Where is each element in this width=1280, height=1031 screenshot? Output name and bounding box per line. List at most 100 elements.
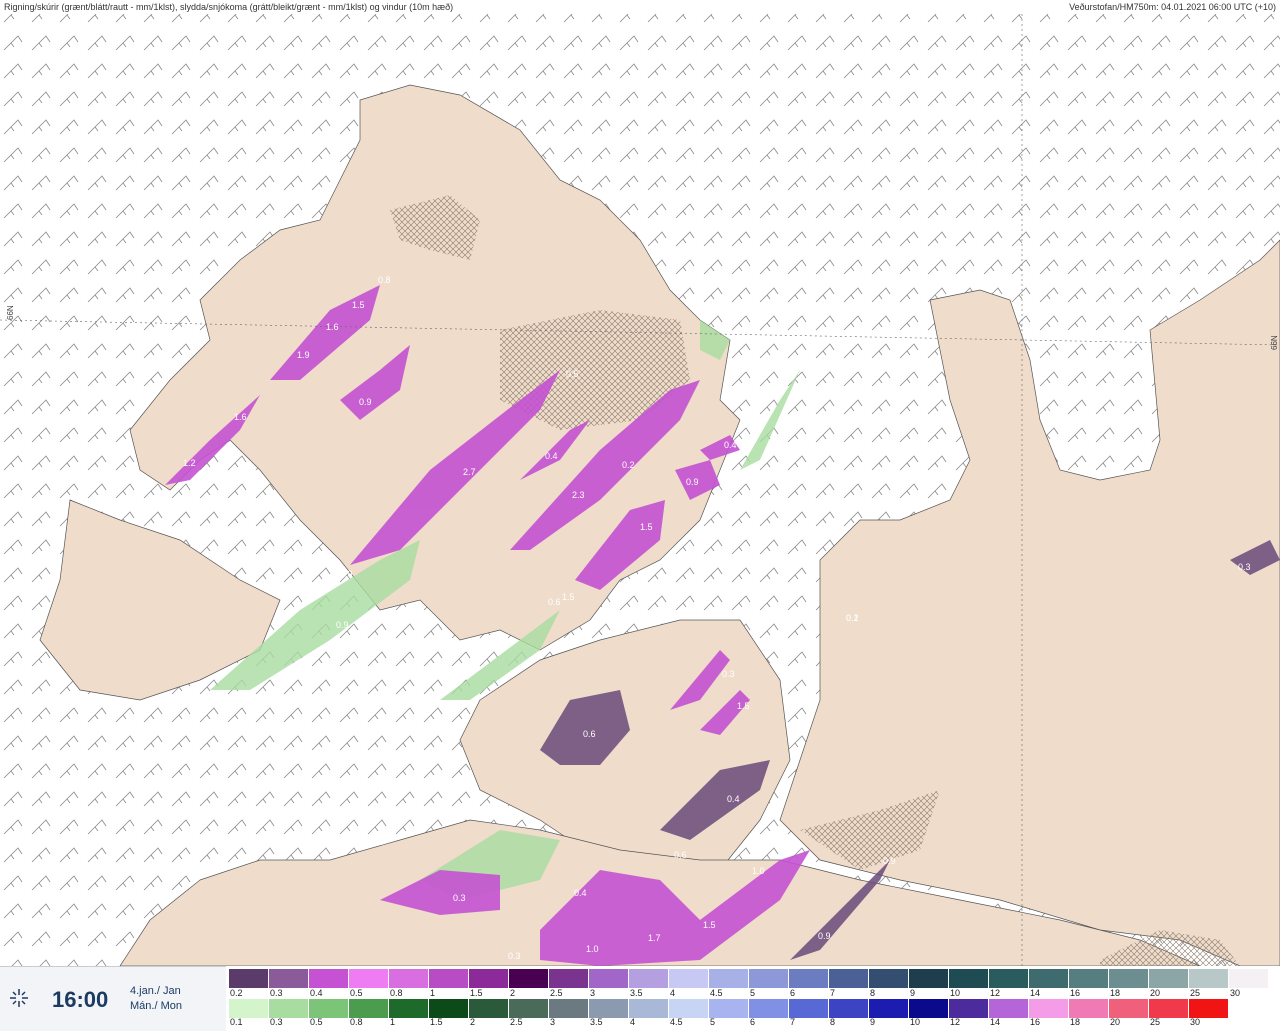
scale-label: 2.5 (550, 988, 563, 998)
scale-label: 6 (750, 1017, 756, 1027)
precip-label: 0.3 (508, 951, 521, 961)
latitude-label-right: 66N (1270, 335, 1279, 350)
scale-label: 0.2 (230, 988, 243, 998)
precip-label: 0.3 (722, 669, 735, 679)
precipitation-map: 0.8 1.5 1.6 1.9 0.9 1.6 1.2 2.7 0.5 0.4 2.3 1.5 0.4 0… (0, 14, 1280, 966)
precip-label: 0.6 (583, 729, 596, 739)
color-swatch (389, 969, 429, 988)
scale-label: 7 (830, 988, 836, 998)
color-swatch (1189, 999, 1229, 1018)
precip-label: 0.9 (883, 856, 896, 866)
valid-time-box: 16:00 4.jan./ Jan Mán./ Mon (0, 966, 226, 1031)
scale-label: 3 (590, 988, 596, 998)
precip-label: 0.6 (548, 597, 561, 607)
scale-label: 0.8 (390, 988, 403, 998)
color-swatch (669, 999, 709, 1018)
color-swatch (589, 999, 629, 1018)
color-swatch (1069, 999, 1109, 1018)
scale-label: 0.3 (270, 988, 283, 998)
color-swatch (309, 969, 349, 988)
color-swatch (1149, 969, 1189, 988)
precip-label: 1.0 (586, 944, 599, 954)
color-swatch (1109, 999, 1149, 1018)
color-swatch (749, 999, 789, 1018)
scale-label: 14 (1030, 988, 1041, 998)
color-swatch (709, 999, 749, 1018)
precip-label: 0.3 (1238, 562, 1251, 572)
color-swatch (589, 969, 629, 988)
color-swatch (669, 969, 709, 988)
scale-label: 2 (470, 1017, 476, 1027)
color-swatch (269, 999, 309, 1018)
precip-label: 0.9 (336, 620, 349, 630)
color-swatch (949, 999, 989, 1018)
color-swatch (909, 999, 949, 1018)
color-swatch (1189, 969, 1229, 988)
rain-color-scale (229, 999, 1229, 1018)
color-swatch (869, 969, 909, 988)
model-run-info: Veðurstofan/HM750m: 04.01.2021 06:00 UTC… (1069, 2, 1276, 12)
scale-label: 0.5 (350, 988, 363, 998)
scale-label: 16 (1030, 1017, 1041, 1027)
color-swatch (989, 969, 1029, 988)
color-swatch (509, 999, 549, 1018)
color-swatch (1229, 969, 1269, 988)
scale-label: 1.5 (470, 988, 483, 998)
color-swatch (789, 999, 829, 1018)
precip-label: 1.0 (752, 866, 765, 876)
color-swatch (229, 969, 269, 988)
scale-label: 3.5 (630, 988, 643, 998)
color-swatch (629, 969, 669, 988)
sun-icon (10, 989, 28, 1007)
scale-label: 2 (510, 988, 516, 998)
precip-label: 0.1 (846, 613, 859, 623)
color-swatch (1109, 969, 1149, 988)
precip-label: 0.9 (340, 569, 353, 579)
color-swatch (509, 969, 549, 988)
scale-label: 4.5 (710, 988, 723, 998)
precip-label: 1.6 (234, 412, 247, 422)
scale-label: 16 (1070, 988, 1081, 998)
precip-label: 0.4 (574, 888, 587, 898)
valid-date: 4.jan./ Jan (130, 985, 181, 997)
color-swatch (1069, 969, 1109, 988)
precip-label: 0.3 (453, 893, 466, 903)
snow-color-scale (229, 969, 1269, 988)
scale-label: 30 (1190, 1017, 1201, 1027)
precip-label: 1.5 (703, 920, 716, 930)
precip-label: 2.7 (463, 467, 476, 477)
color-swatch (989, 999, 1029, 1018)
scale-label: 25 (1150, 1017, 1161, 1027)
scale-label: 20 (1150, 988, 1161, 998)
valid-time: 16:00 (52, 987, 109, 1012)
scale-label: 0.4 (310, 988, 323, 998)
precip-label: 1.9 (297, 350, 310, 360)
scale-label: 6 (790, 988, 796, 998)
color-swatch (1029, 969, 1069, 988)
precip-label: 0.5 (566, 369, 579, 379)
precip-label: 2.3 (572, 490, 585, 500)
precip-label: 0.8 (745, 418, 758, 428)
precip-label: 0.9 (818, 931, 831, 941)
scale-label: 5 (750, 988, 756, 998)
scale-label: 1 (430, 988, 436, 998)
color-swatch (749, 969, 789, 988)
precip-label: 1.5 (737, 701, 750, 711)
precip-label: 1.7 (648, 933, 661, 943)
color-swatch (429, 999, 469, 1018)
scale-label: 14 (990, 1017, 1001, 1027)
scale-label: 18 (1110, 988, 1121, 998)
precip-label: 1.5 (562, 592, 575, 602)
color-swatch (1029, 999, 1069, 1018)
scale-label: 5 (710, 1017, 716, 1027)
color-swatch (549, 969, 589, 988)
color-swatch (469, 969, 509, 988)
latitude-label-left: 66N (6, 305, 15, 320)
scale-label: 0.8 (350, 1017, 363, 1027)
color-swatch (829, 969, 869, 988)
color-swatch (829, 999, 869, 1018)
precip-label: 1.5 (640, 522, 653, 532)
color-swatch (629, 999, 669, 1018)
map-title: Rigning/skúrir (grænt/blátt/rautt - mm/1… (4, 2, 454, 12)
scale-label: 1.5 (430, 1017, 443, 1027)
